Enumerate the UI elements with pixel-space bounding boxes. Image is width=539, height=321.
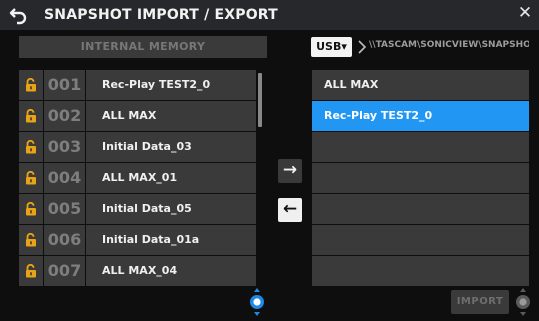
usb-device-button[interactable]: USB▾ <box>311 37 352 57</box>
snapshot-name[interactable]: ALL MAX_04 <box>86 256 256 286</box>
list-item[interactable] <box>312 163 529 193</box>
chevron-right-icon <box>357 38 367 56</box>
snapshot-name[interactable]: Initial Data_01a <box>86 225 256 255</box>
list-item[interactable]: 004 ALL MAX_01 <box>19 163 267 193</box>
lock-icon[interactable] <box>19 132 43 162</box>
usb-snapshot-list: ALL MAX Rec-Play TEST2_0 <box>312 70 529 287</box>
list-item[interactable] <box>312 132 529 162</box>
lock-icon[interactable] <box>19 256 43 286</box>
lock-icon[interactable] <box>19 163 43 193</box>
list-item[interactable] <box>312 194 529 224</box>
list-item[interactable] <box>312 225 529 255</box>
snapshot-number: 004 <box>44 163 85 193</box>
page-title: SNAPSHOT IMPORT / EXPORT <box>44 7 278 23</box>
snapshot-number: 007 <box>44 256 85 286</box>
snapshot-number: 003 <box>44 132 85 162</box>
import-button[interactable]: IMPORT <box>451 290 509 314</box>
list-item[interactable]: ALL MAX <box>312 70 529 100</box>
list-item[interactable]: 002 ALL MAX <box>19 101 267 131</box>
encoder-knob-icon[interactable] <box>248 287 266 317</box>
encoder-knob-icon[interactable] <box>514 287 532 317</box>
list-item[interactable]: Rec-Play TEST2_0 <box>312 101 529 131</box>
snapshot-number: 005 <box>44 194 85 224</box>
list-item[interactable]: 007 ALL MAX_04 <box>19 256 267 286</box>
snapshot-name[interactable]: Rec-Play TEST2_0 <box>86 70 256 100</box>
list-item[interactable]: 003 Initial Data_03 <box>19 132 267 162</box>
snapshot-number: 002 <box>44 101 85 131</box>
snapshot-name[interactable]: ALL MAX <box>86 101 256 131</box>
lock-icon[interactable] <box>19 225 43 255</box>
list-item[interactable] <box>312 256 529 286</box>
back-icon[interactable] <box>8 5 30 27</box>
list-item[interactable]: 006 Initial Data_01a <box>19 225 267 255</box>
snapshot-name[interactable]: Initial Data_03 <box>86 132 256 162</box>
internal-memory-header: INTERNAL MEMORY <box>19 36 267 58</box>
list-item[interactable]: 001 Rec-Play TEST2_0 <box>19 70 267 100</box>
snapshot-number: 006 <box>44 225 85 255</box>
lock-icon[interactable] <box>19 70 43 100</box>
lock-icon[interactable] <box>19 101 43 131</box>
snapshot-name[interactable]: ALL MAX_01 <box>86 163 256 193</box>
title-bar: SNAPSHOT IMPORT / EXPORT ✕ <box>0 0 539 30</box>
lock-icon[interactable] <box>19 194 43 224</box>
internal-memory-list: 001 Rec-Play TEST2_0 002 ALL MAX 003 Initial … <box>19 70 267 287</box>
arrow-right-icon[interactable]: → <box>278 159 302 183</box>
snapshot-number: 001 <box>44 70 85 100</box>
left-scrollbar[interactable] <box>258 73 262 127</box>
snapshot-name[interactable]: Initial Data_05 <box>86 194 256 224</box>
list-item[interactable]: 005 Initial Data_05 <box>19 194 267 224</box>
arrow-left-icon[interactable]: ← <box>278 198 302 222</box>
folder-path: \\TASCAM\SONICVIEW\SNAPSHOT\ <box>369 40 529 50</box>
close-icon[interactable]: ✕ <box>514 2 536 24</box>
